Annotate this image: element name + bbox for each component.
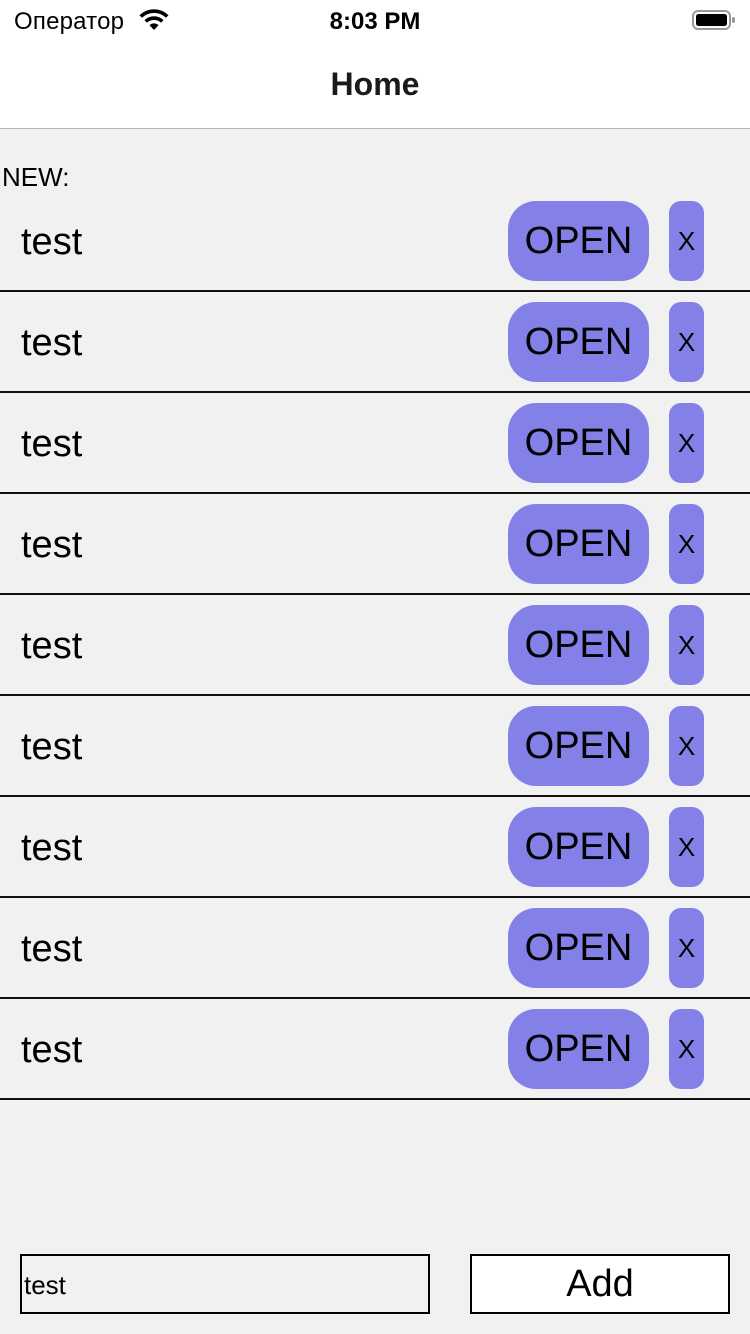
item-label: test bbox=[21, 1029, 83, 1071]
remove-button[interactable]: X bbox=[669, 403, 704, 483]
remove-button[interactable]: X bbox=[669, 605, 704, 685]
item-label: test bbox=[21, 827, 83, 869]
remove-button[interactable]: X bbox=[669, 504, 704, 584]
item-label: test bbox=[21, 423, 83, 465]
item-label: test bbox=[21, 221, 83, 263]
remove-button[interactable]: X bbox=[669, 706, 704, 786]
open-button[interactable]: OPEN bbox=[508, 403, 649, 483]
status-bar: Оператор 8:03 PM bbox=[0, 0, 750, 40]
item-label: test bbox=[21, 524, 83, 566]
list-item: test OPEN X bbox=[0, 797, 750, 898]
remove-button[interactable]: X bbox=[669, 908, 704, 988]
page-title: Home bbox=[330, 66, 420, 102]
open-button[interactable]: OPEN bbox=[508, 1009, 649, 1089]
remove-button[interactable]: X bbox=[669, 302, 704, 382]
list-item: test OPEN X bbox=[0, 595, 750, 696]
open-button[interactable]: OPEN bbox=[508, 605, 649, 685]
add-button[interactable]: Add bbox=[470, 1254, 730, 1314]
remove-button[interactable]: X bbox=[669, 807, 704, 887]
item-label: test bbox=[21, 726, 83, 768]
list-item: test OPEN X bbox=[0, 898, 750, 999]
status-time: 8:03 PM bbox=[329, 8, 421, 35]
open-button[interactable]: OPEN bbox=[508, 302, 649, 382]
battery-icon bbox=[692, 10, 735, 30]
open-button[interactable]: OPEN bbox=[508, 908, 649, 988]
new-item-input[interactable]: test bbox=[20, 1254, 430, 1314]
list-item: test OPEN X bbox=[0, 696, 750, 797]
item-label: test bbox=[21, 625, 83, 667]
new-item-input-value: test bbox=[24, 1270, 66, 1300]
open-button[interactable]: OPEN bbox=[508, 706, 649, 786]
section-label: NEW: bbox=[2, 162, 70, 192]
remove-button[interactable]: X bbox=[669, 201, 704, 281]
list-item: test OPEN X bbox=[0, 999, 750, 1100]
list-item: test OPEN X bbox=[0, 393, 750, 494]
remove-button[interactable]: X bbox=[669, 1009, 704, 1089]
list-item: test OPEN X bbox=[0, 191, 750, 292]
item-list: test OPEN X test OPEN X test OPEN X test… bbox=[0, 191, 750, 1100]
item-label: test bbox=[21, 928, 83, 970]
open-button[interactable]: OPEN bbox=[508, 807, 649, 887]
open-button[interactable]: OPEN bbox=[508, 504, 649, 584]
open-button[interactable]: OPEN bbox=[508, 201, 649, 281]
list-item: test OPEN X bbox=[0, 292, 750, 393]
item-label: test bbox=[21, 322, 83, 364]
list-item: test OPEN X bbox=[0, 494, 750, 595]
navigation-bar: Home bbox=[0, 40, 750, 129]
